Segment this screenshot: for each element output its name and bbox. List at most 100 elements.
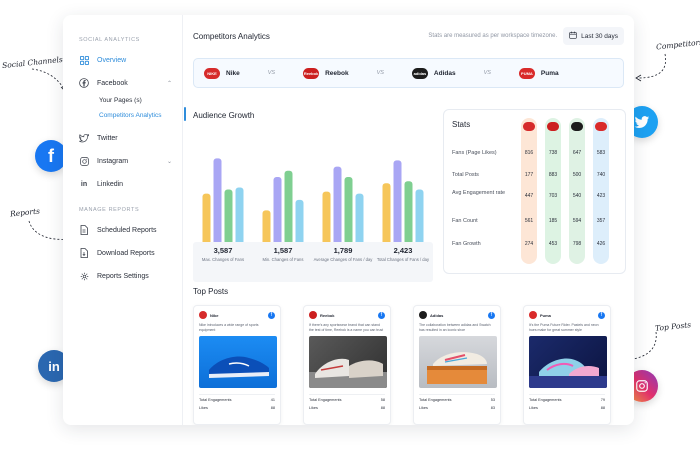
stats-cell: 540 — [572, 193, 582, 199]
engagement-value: 58 — [380, 398, 385, 402]
stat-label: Max. Changes of Fans — [201, 257, 245, 262]
post-engagements: Total Engagements 79 — [529, 394, 605, 402]
sidebar-section-reports: MANAGE REPORTS — [79, 207, 140, 213]
sidebar-subitem-competitors-analytics[interactable]: Competitors Analytics — [99, 107, 186, 121]
sidebar-item-facebook[interactable]: Facebook ⌃ — [79, 76, 182, 90]
stats-row-label: Fan Count — [452, 218, 478, 224]
timezone-note: Stats are measured as per workspace time… — [428, 33, 558, 39]
sidebar-item-label: Competitors Analytics — [99, 111, 162, 119]
sidebar-section-social: SOCIAL ANALYTICS — [79, 37, 140, 43]
post-caption: Nike introduces a wide range of sports e… — [199, 323, 259, 332]
post-card-nike[interactable]: Nike f Nike introduces a wide range of s… — [193, 305, 281, 425]
competitor-reebok[interactable]: Reebok Reebok — [303, 67, 349, 79]
reebok-logo-icon: Reebok — [303, 67, 320, 79]
chart-bar — [333, 166, 342, 254]
stats-cell: 883 — [548, 172, 558, 178]
post-card-reebok[interactable]: Reebok f If there's any sportswear brand… — [303, 305, 391, 425]
facebook-icon: f — [378, 311, 385, 319]
stats-cell: 447 — [524, 193, 534, 199]
post-image-sneakers-closeup[interactable] — [309, 336, 387, 388]
stats-cell: 357 — [596, 218, 606, 224]
sidebar-item-label: Download Reports — [97, 249, 155, 257]
likes-label: Likes — [199, 406, 208, 410]
page-title: Competitors Analytics — [193, 31, 270, 41]
post-image-neon-sneakers[interactable] — [529, 336, 607, 388]
stats-row-label: Avg Engagement rate — [452, 190, 506, 196]
post-image-blue-sneaker[interactable] — [199, 336, 277, 388]
likes-label: Likes — [419, 406, 428, 410]
competitor-nike[interactable]: NIKE Nike — [204, 67, 240, 79]
chevron-up-icon[interactable]: ⌃ — [167, 80, 172, 87]
avatar — [309, 311, 317, 319]
likes-value: 88 — [600, 406, 605, 410]
stats-cell: 185 — [548, 218, 558, 224]
date-range-button[interactable]: Last 30 days — [563, 27, 624, 45]
download-document-icon — [79, 248, 89, 258]
chart-bar — [393, 160, 402, 254]
stats-cell: 177 — [524, 172, 534, 178]
stats-cell: 703 — [548, 193, 558, 199]
sidebar: SOCIAL ANALYTICS Overview Facebook ⌃ You… — [63, 15, 186, 425]
facebook-icon: f — [488, 311, 495, 319]
document-icon — [79, 225, 89, 235]
avatar — [529, 311, 537, 319]
competitor-adidas[interactable]: adidas Adidas — [411, 67, 456, 79]
stat-total-changes: 2,423 Total Changes of Fans / day — [373, 242, 433, 282]
sidebar-item-reports-settings[interactable]: Reports Settings — [79, 269, 182, 283]
sidebar-item-label: Scheduled Reports — [97, 226, 157, 234]
stat-value: 1,789 — [333, 246, 353, 255]
engagement-label: Total Engagements — [529, 398, 562, 402]
facebook-icon — [79, 78, 89, 88]
instagram-icon — [79, 156, 89, 166]
post-caption: The collaboration between adidas and Swa… — [419, 323, 491, 332]
stats-row-label: Fans (Page Likes) — [452, 150, 497, 156]
twitter-icon — [79, 133, 89, 143]
likes-label: Likes — [529, 406, 538, 410]
stat-value: 2,423 — [393, 246, 413, 255]
competitor-name: Nike — [226, 69, 240, 77]
competitor-bar: NIKE Nike VS Reebok Reebok VS adidas Adi… — [193, 58, 624, 88]
adidas-logo-icon: adidas — [411, 67, 428, 79]
stat-value: 1,587 — [273, 246, 293, 255]
sidebar-item-linkedin[interactable]: in Linkedin — [79, 177, 182, 191]
competitor-name: Puma — [540, 69, 559, 77]
post-card-adidas[interactable]: Adidas f The collaboration between adida… — [413, 305, 501, 425]
linkedin-icon: in — [80, 180, 88, 188]
post-image-shoe-box[interactable] — [419, 336, 497, 388]
sidebar-item-scheduled-reports[interactable]: Scheduled Reports — [79, 223, 182, 237]
sidebar-item-instagram[interactable]: Instagram ⌄ — [79, 154, 182, 168]
competitor-puma[interactable]: PUMA Puma — [518, 67, 559, 79]
stats-row-label: Total Posts — [452, 172, 479, 178]
competitor-name: Reebok — [325, 69, 349, 77]
stats-cell: 453 — [548, 241, 558, 247]
sidebar-item-overview[interactable]: Overview — [79, 53, 182, 67]
nike-logo-icon — [523, 122, 535, 131]
sidebar-item-label: Twitter — [97, 134, 118, 142]
engagement-value: 79 — [600, 398, 605, 402]
sidebar-item-download-reports[interactable]: Download Reports — [79, 246, 182, 260]
avatar — [199, 311, 207, 319]
vs-label: VS — [267, 70, 276, 76]
engagement-label: Total Engagements — [309, 398, 342, 402]
sidebar-item-twitter[interactable]: Twitter — [79, 131, 182, 145]
calendar-icon — [569, 31, 577, 41]
puma-logo-icon — [595, 122, 607, 131]
likes-label: Likes — [309, 406, 318, 410]
engagement-value: 53 — [490, 398, 495, 402]
gear-icon — [79, 271, 89, 281]
puma-logo-icon: PUMA — [518, 67, 535, 79]
sidebar-item-label: Facebook — [97, 79, 128, 87]
vs-label: VS — [483, 70, 491, 76]
main-content: Competitors Analytics Stats are measured… — [183, 15, 634, 425]
facebook-icon: f — [268, 311, 275, 319]
post-card-puma[interactable]: Puma f It's the Puma Future Rider. Paste… — [523, 305, 611, 425]
audience-growth-stats: 3,587 Max. Changes of Fans 1,587 Min. Ch… — [193, 242, 433, 282]
sidebar-subitem-your-pages[interactable]: Your Pages (s) — [99, 94, 182, 106]
post-brand: Puma — [540, 312, 551, 318]
stat-value: 3,587 — [213, 246, 233, 255]
engagement-value: 41 — [270, 398, 275, 402]
chevron-down-icon[interactable]: ⌄ — [167, 158, 172, 165]
callout-arrow-competitors — [635, 53, 667, 82]
stats-cell: 561 — [524, 218, 534, 224]
stats-cell: 594 — [572, 218, 582, 224]
